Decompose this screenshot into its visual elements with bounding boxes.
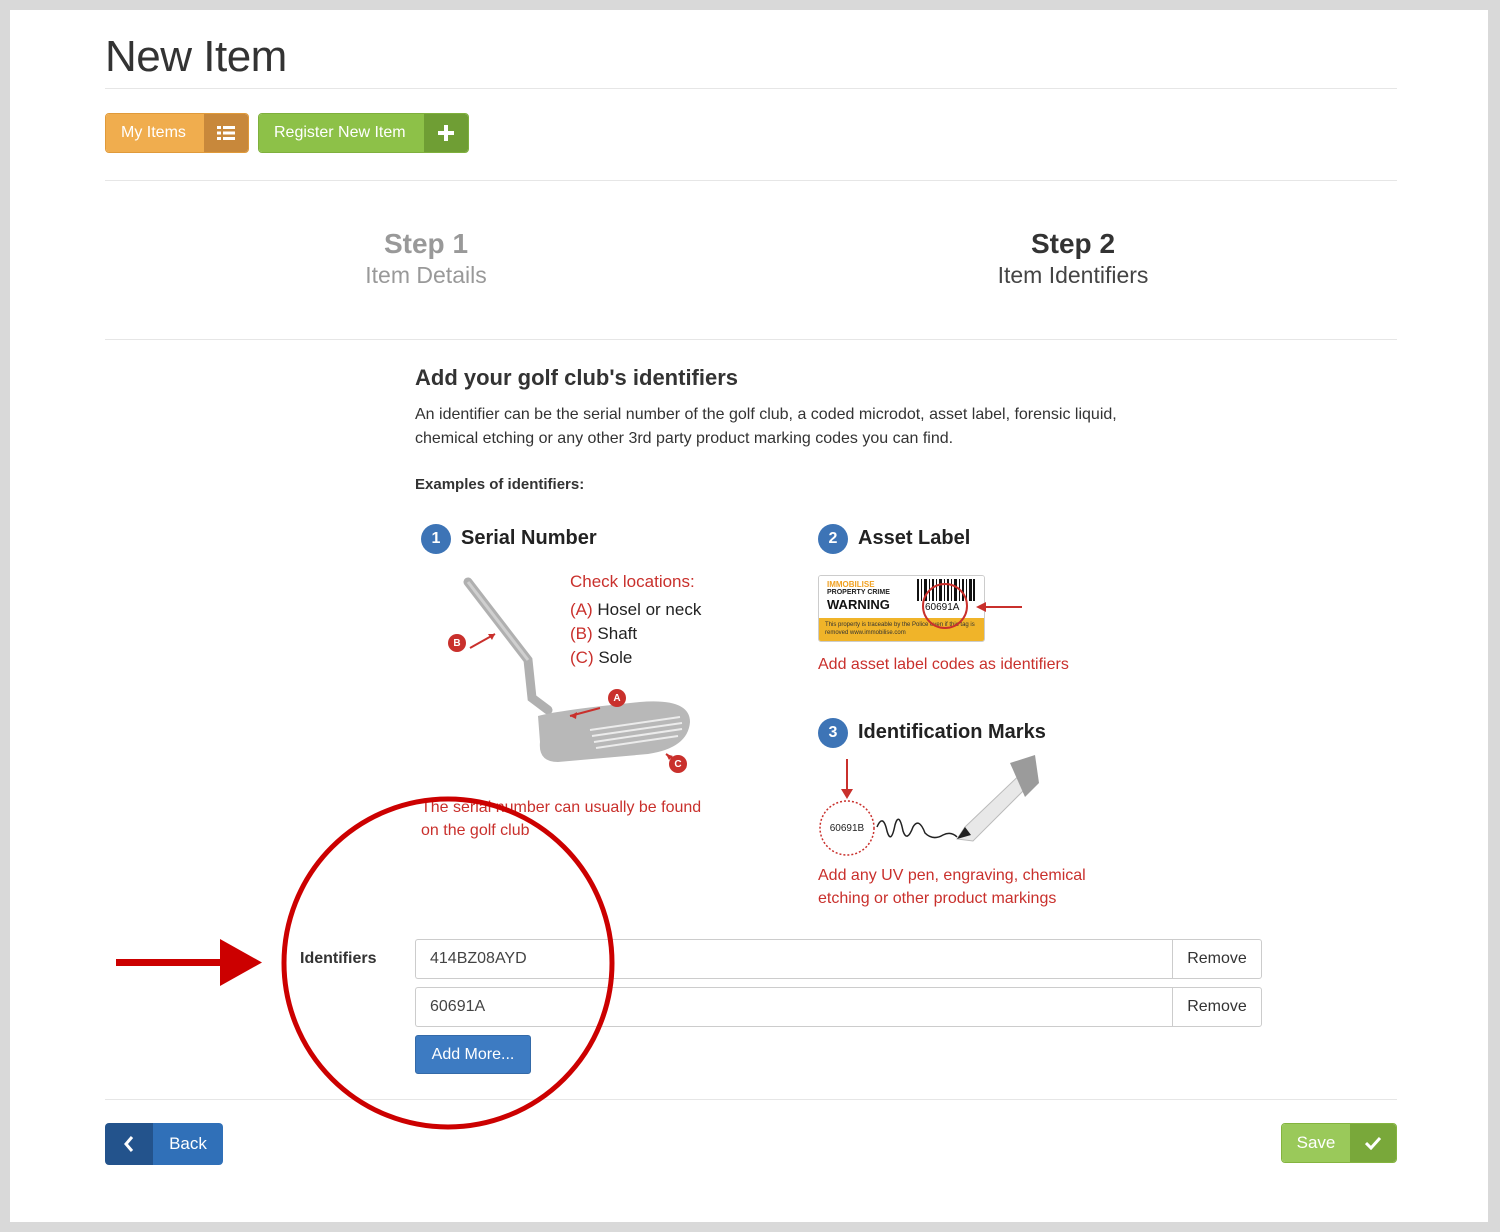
step-1: Step 1 Item Details (276, 228, 576, 289)
example-3-title: Identification Marks (858, 721, 1046, 743)
example-2-title: Asset Label (858, 527, 971, 549)
asset-note: Add asset label codes as identifiers (818, 656, 1069, 673)
highlight-circle (922, 583, 968, 629)
divider (105, 339, 1397, 340)
step-2: Step 2 Item Identifiers (923, 228, 1223, 289)
annotation-circle (281, 796, 615, 1130)
pen-marking-illustration (819, 755, 1039, 856)
annotation-arrow-icon (116, 939, 262, 986)
step-2-name: Item Identifiers (997, 262, 1149, 288)
checkmark-icon (1350, 1124, 1396, 1162)
remove-identifier-button[interactable]: Remove (1172, 987, 1262, 1027)
list-icon (203, 114, 248, 152)
marker-b: B (448, 634, 466, 652)
example-3-badge: 3 (818, 718, 848, 748)
example-1-badge: 1 (421, 524, 451, 554)
check-locations-heading: Check locations: (570, 572, 695, 591)
section-heading: Add your golf club's identifiers (415, 365, 739, 390)
marker-a: A (608, 689, 626, 707)
label-sub: PROPERTY CRIME (827, 589, 890, 596)
save-label: Save (1282, 1124, 1350, 1162)
intro-text: An identifier can be the serial number o… (415, 406, 1117, 447)
arrow-left-icon (976, 602, 1022, 612)
my-items-label: My Items (106, 114, 204, 152)
step-1-number: Step 1 (383, 228, 469, 259)
label-brand: IMMOBILISE (827, 580, 875, 589)
plus-icon (423, 114, 468, 152)
divider (105, 88, 1397, 89)
example-1-title: Serial Number (461, 527, 597, 549)
back-label: Back (153, 1123, 223, 1165)
asset-label-image: IMMOBILISE PROPERTY CRIME WARNING 60691A… (818, 575, 985, 642)
page-title: New Item (105, 32, 287, 81)
label-warning: WARNING (827, 597, 890, 612)
page-frame: New Item My Items Register New Item Step… (10, 10, 1488, 1222)
example-2-badge: 2 (818, 524, 848, 554)
check-locations: Check locations: (A) Hosel or neck (B) S… (570, 570, 701, 670)
register-new-item-button[interactable]: Register New Item (258, 113, 469, 153)
location-item: (A) Hosel or neck (570, 600, 702, 619)
register-new-item-label: Register New Item (259, 114, 424, 152)
marks-note: Add any UV pen, engraving, chemical etch… (818, 867, 1086, 907)
mark-code: 60691B (829, 823, 865, 834)
remove-identifier-button[interactable]: Remove (1172, 939, 1262, 979)
my-items-button[interactable]: My Items (105, 113, 249, 153)
back-button[interactable]: Back (105, 1123, 223, 1165)
step-1-name: Item Details (365, 262, 487, 288)
chevron-left-icon (105, 1123, 153, 1165)
save-button[interactable]: Save (1281, 1123, 1397, 1163)
marker-c: C (669, 755, 687, 773)
location-item: (B) Shaft (570, 624, 638, 643)
location-item: (C) Sole (570, 648, 633, 667)
examples-label: Examples of identifiers: (415, 476, 585, 493)
divider (105, 180, 1397, 181)
step-2-number: Step 2 (1030, 228, 1116, 259)
